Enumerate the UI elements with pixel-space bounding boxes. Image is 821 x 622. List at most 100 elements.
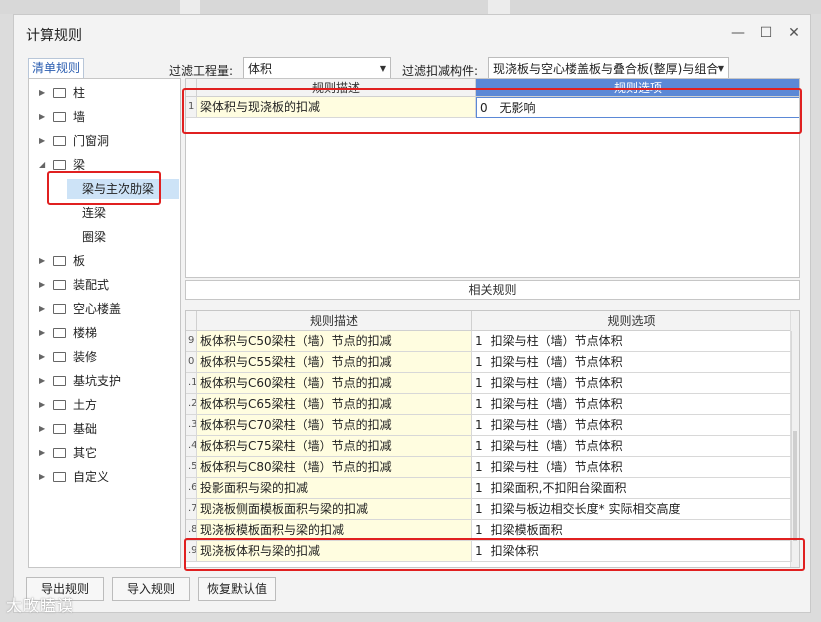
triangle-right-icon[interactable]: ▶: [39, 107, 49, 127]
tree-item[interactable]: ▶ 门窗洞: [39, 131, 109, 151]
triangle-right-icon[interactable]: ▶: [39, 275, 49, 295]
tree-item[interactable]: ▶ 空心楼盖: [39, 299, 121, 319]
tree-item-label: 门窗洞: [73, 134, 110, 148]
tree-item[interactable]: ▶ 基坑支护: [39, 371, 121, 391]
filter-qty-value: 体积: [248, 62, 273, 76]
related-rule-table: 规则描述 规则选项 9 板体积与C50梁柱（墙）节点的扣减 1 扣梁与柱（墙）节点体积…: [185, 310, 800, 568]
rule-desc-cell[interactable]: 板体积与C50梁柱（墙）节点的扣减: [197, 331, 472, 352]
chevron-down-icon: ▼: [717, 64, 724, 73]
row-number: 0: [186, 352, 197, 373]
background-strip-gap: [488, 0, 510, 14]
import-rules-button[interactable]: 导入规则: [112, 577, 190, 601]
tree-item[interactable]: ▶ 基础: [39, 419, 97, 439]
folder-icon: [53, 352, 66, 362]
tree-item[interactable]: ◢ 梁: [39, 155, 85, 175]
tree-item-label: 墙: [73, 110, 86, 124]
tree-item[interactable]: ▶ 装配式: [39, 275, 109, 295]
restore-defaults-button[interactable]: 恢复默认值: [198, 577, 276, 601]
related-rules-title: 相关规则: [185, 280, 800, 300]
tree-item[interactable]: ▶ 其它: [39, 443, 97, 463]
option-text: 扣梁体积: [490, 544, 539, 558]
filter-qty-label: 过滤工程量:: [169, 64, 234, 78]
tree-item[interactable]: ▶ 柱: [39, 83, 85, 103]
close-icon[interactable]: ✕: [784, 23, 804, 43]
filter-member-label: 过滤扣减构件:: [402, 64, 479, 78]
triangle-right-icon[interactable]: ▶: [39, 395, 49, 415]
triangle-right-icon[interactable]: ▶: [39, 467, 49, 487]
rule-desc-cell[interactable]: 板体积与C55梁柱（墙）节点的扣减: [197, 352, 472, 373]
triangle-right-icon[interactable]: ▶: [39, 419, 49, 439]
rule-option-cell[interactable]: 1 扣梁与柱（墙）节点体积: [472, 457, 792, 478]
rule-desc-cell[interactable]: 现浇板侧面模板面积与梁的扣减: [197, 499, 472, 520]
column-header-option[interactable]: 规则选项: [476, 79, 799, 97]
tree-item[interactable]: ▶ 土方: [39, 395, 97, 415]
rule-desc-cell[interactable]: 板体积与C65梁柱（墙）节点的扣减: [197, 394, 472, 415]
row-number: .3: [186, 415, 197, 436]
triangle-right-icon[interactable]: ▶: [39, 83, 49, 103]
tree-item-label: 其它: [73, 446, 98, 460]
tab-list-rules[interactable]: 清单规则: [28, 58, 84, 78]
rule-desc-cell[interactable]: 现浇板模板面积与梁的扣减: [197, 520, 472, 541]
tree-child-item[interactable]: 圈梁: [67, 227, 179, 247]
rule-desc-cell[interactable]: 板体积与C75梁柱（墙）节点的扣减: [197, 436, 472, 457]
rule-desc-cell[interactable]: 梁体积与现浇板的扣减: [197, 97, 476, 118]
rule-option-cell[interactable]: 1 扣梁与柱（墙）节点体积: [472, 352, 792, 373]
rule-option-cell[interactable]: 1 扣梁面积,不扣阳台梁面积: [472, 478, 792, 499]
tree-item[interactable]: ▶ 自定义: [39, 467, 109, 487]
rule-desc-cell[interactable]: 板体积与C60梁柱（墙）节点的扣减: [197, 373, 472, 394]
folder-icon: [53, 160, 66, 170]
tree-item-label: 楼梯: [73, 326, 98, 340]
option-code: 1: [475, 544, 483, 558]
rule-option-cell[interactable]: 1 扣梁与柱（墙）节点体积: [472, 436, 792, 457]
rule-option-cell[interactable]: 1 扣梁与柱（墙）节点体积: [472, 415, 792, 436]
tree-child-item[interactable]: 梁与主次肋梁: [67, 179, 179, 199]
rule-option-cell[interactable]: 1 扣梁与柱（墙）节点体积: [472, 331, 792, 352]
column-header-option[interactable]: 规则选项: [472, 311, 792, 331]
rule-option-cell[interactable]: 1 扣梁与柱（墙）节点体积: [472, 394, 792, 415]
rule-option-cell[interactable]: 1 扣梁模板面积: [472, 520, 792, 541]
folder-icon: [53, 112, 66, 122]
row-number-header: [186, 311, 197, 331]
option-code: 1: [475, 523, 483, 537]
triangle-right-icon[interactable]: ▶: [39, 251, 49, 271]
triangle-right-icon[interactable]: ▶: [39, 443, 49, 463]
rule-option-cell[interactable]: 0 无影响: [476, 97, 799, 118]
triangle-right-icon[interactable]: ▶: [39, 131, 49, 151]
rule-desc-cell[interactable]: 板体积与C80梁柱（墙）节点的扣减: [197, 457, 472, 478]
rule-desc-cell[interactable]: 板体积与C70梁柱（墙）节点的扣减: [197, 415, 472, 436]
filter-member-value: 现浇板与空心楼盖板与叠合板(整厚)与组合: [493, 62, 719, 76]
row-number: .9: [186, 541, 197, 562]
tree-item[interactable]: ▶ 板: [39, 251, 85, 271]
triangle-down-icon[interactable]: ◢: [39, 155, 49, 175]
tree-item[interactable]: ▶ 装修: [39, 347, 97, 367]
rule-option-cell[interactable]: 1 扣梁与柱（墙）节点体积: [472, 373, 792, 394]
option-text: 扣梁与柱（墙）节点体积: [490, 376, 623, 390]
triangle-right-icon[interactable]: ▶: [39, 323, 49, 343]
folder-icon: [53, 280, 66, 290]
tree-item[interactable]: ▶ 墙: [39, 107, 85, 127]
triangle-right-icon[interactable]: ▶: [39, 371, 49, 391]
folder-icon: [53, 400, 66, 410]
option-text: 扣梁与柱（墙）节点体积: [490, 418, 623, 432]
option-code: 1: [475, 376, 483, 390]
option-code: 1: [475, 418, 483, 432]
tree-item[interactable]: ▶ 楼梯: [39, 323, 97, 343]
option-text: 扣梁与板边相交长度* 实际相交高度: [490, 502, 681, 516]
triangle-right-icon[interactable]: ▶: [39, 299, 49, 319]
rule-desc-cell[interactable]: 现浇板体积与梁的扣减: [197, 541, 472, 562]
row-number: .1: [186, 373, 197, 394]
folder-icon: [53, 472, 66, 482]
triangle-right-icon[interactable]: ▶: [39, 347, 49, 367]
folder-icon: [53, 256, 66, 266]
rule-option-cell[interactable]: 1 扣梁体积: [472, 541, 792, 562]
tree-child-item[interactable]: 连梁: [67, 203, 179, 223]
maximize-icon[interactable]: ☐: [756, 23, 776, 43]
option-code: 1: [475, 334, 483, 348]
scrollbar-thumb[interactable]: [793, 431, 797, 541]
rule-desc-cell[interactable]: 投影面积与梁的扣减: [197, 478, 472, 499]
minimize-icon[interactable]: —: [728, 23, 748, 43]
column-header-desc[interactable]: 规则描述: [197, 79, 476, 97]
rule-option-cell[interactable]: 1 扣梁与板边相交长度* 实际相交高度: [472, 499, 792, 520]
tree-item-label: 土方: [73, 398, 98, 412]
column-header-desc[interactable]: 规则描述: [197, 311, 472, 331]
